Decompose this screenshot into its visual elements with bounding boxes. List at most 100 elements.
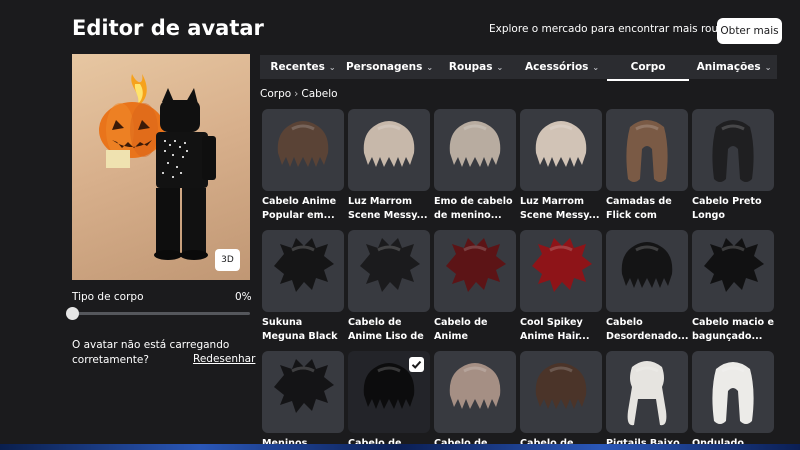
hair-item[interactable]: Cabelo de Anime Liso de Costas... (348, 230, 430, 344)
hair-image (621, 242, 673, 288)
hair-item-name: Emo de cabelo de menino... (434, 196, 513, 221)
hair-image (363, 121, 415, 167)
chevron-down-icon: ⌄ (764, 62, 772, 72)
hair-item[interactable]: Emo de cabelo de menino... (434, 109, 516, 223)
slider-thumb[interactable] (66, 307, 79, 320)
hair-item-name: Cool Spikey Anime Hair... (520, 317, 590, 342)
hair-thumbnail[interactable] (606, 109, 688, 191)
hair-item[interactable]: Luz Marrom Scene Messy... (348, 109, 430, 223)
hair-thumbnail[interactable] (434, 351, 516, 433)
hair-thumbnail[interactable] (348, 109, 430, 191)
hair-item-name: Luz Marrom Scene Messy... (348, 196, 428, 221)
hair-item[interactable]: Cabelo Preto Longo Adorável (692, 109, 774, 223)
hair-item[interactable]: Cabelo de Anime... (520, 351, 602, 450)
hair-item[interactable]: Cabelo de cena... (348, 351, 430, 450)
chevron-down-icon: ⌄ (496, 62, 504, 72)
hair-thumbnail[interactable] (348, 351, 430, 433)
hair-item[interactable]: Cool Spikey Anime Hair... (520, 230, 602, 344)
chevron-down-icon: ⌄ (592, 62, 600, 72)
hair-thumbnail[interactable] (606, 230, 688, 312)
tab-label: Recentes (270, 61, 325, 73)
tab-corpo[interactable]: Corpo (605, 55, 691, 81)
hair-thumbnail[interactable] (606, 351, 688, 433)
hair-image (277, 121, 329, 167)
hair-thumbnail[interactable] (434, 109, 516, 191)
hair-item[interactable]: Sukuna Meguna Black Spikey... (262, 230, 344, 344)
hair-image (535, 121, 587, 167)
redraw-link[interactable]: Redesenhar (193, 353, 255, 365)
hair-item[interactable]: Cabelo Desordenado... (606, 230, 688, 344)
hair-item-name: Cabelo macio e bagunçado... (692, 317, 774, 342)
hair-image (446, 238, 506, 292)
tab-label: Corpo (630, 61, 666, 73)
hair-item[interactable]: Cabelo macio e bagunçado... (692, 230, 774, 344)
hair-item[interactable]: Camadas de Flick com Pena... (606, 109, 688, 223)
chevron-down-icon: ⌄ (426, 62, 434, 72)
taskbar-strip (0, 444, 800, 450)
page-title: Editor de avatar (72, 16, 264, 40)
avatar-figure (99, 74, 216, 260)
tab-roupas[interactable]: Roupas ⌄ (433, 55, 519, 79)
hair-thumbnail[interactable] (262, 109, 344, 191)
hair-item[interactable]: Meninos Anime... (262, 351, 344, 450)
hair-thumbnail[interactable] (520, 109, 602, 191)
hair-item-name: Camadas de Flick com Pena... (606, 196, 672, 221)
hair-item-name: Cabelo Preto Longo Adorável (692, 196, 762, 221)
tab-acessórios[interactable]: Acessórios ⌄ (519, 55, 605, 79)
breadcrumb-chevron-icon: › (294, 88, 299, 100)
tab-label: Animações (696, 61, 761, 73)
body-type-label: Tipo de corpo (72, 291, 144, 303)
get-more-button[interactable]: Obter mais (717, 18, 782, 44)
hair-image (535, 363, 587, 409)
chevron-down-icon: ⌄ (328, 62, 336, 72)
hair-item[interactable]: Ondulado reto... (692, 351, 774, 450)
tab-personagens[interactable]: Personagens ⌄ (346, 55, 433, 79)
hair-image (627, 361, 667, 426)
tab-label: Acessórios (524, 61, 589, 73)
hair-image (449, 121, 501, 167)
category-tabs: Recentes ⌄ Personagens ⌄ Roupas ⌄ Acessórios ⌄ C… (260, 55, 777, 81)
hair-item-name: Sukuna Meguna Black Spikey... (262, 317, 338, 342)
hair-image (712, 120, 754, 182)
breadcrumb: Corpo › Cabelo (260, 88, 338, 100)
hair-image (532, 238, 592, 292)
checkmark-icon (409, 357, 424, 372)
avatar-editor-page: Editor de avatar Explore o mercado para … (0, 0, 800, 450)
hair-item[interactable]: Cabelo Anime Popular em... (262, 109, 344, 223)
hair-image (449, 363, 501, 409)
hair-item[interactable]: Luz Marrom Scene Messy... (520, 109, 602, 223)
avatar-preview[interactable]: 3D (72, 54, 250, 280)
hair-item-name: Cabelo de Anime Desordenado... (434, 317, 488, 342)
hair-thumbnail[interactable] (692, 230, 774, 312)
breadcrumb-parent[interactable]: Corpo (260, 88, 291, 100)
tab-label: Personagens (345, 61, 423, 73)
tab-animações[interactable]: Animações ⌄ (691, 55, 777, 79)
view-3d-button[interactable]: 3D (215, 249, 240, 271)
breadcrumb-current: Cabelo (301, 88, 338, 100)
tab-label: Roupas (448, 61, 493, 73)
hair-thumbnail[interactable] (692, 351, 774, 433)
hair-item-name: Luz Marrom Scene Messy... (520, 196, 600, 221)
hair-thumbnail[interactable] (520, 351, 602, 433)
hair-image (626, 120, 668, 182)
hair-thumbnail[interactable] (262, 230, 344, 312)
hair-thumbnail[interactable] (434, 230, 516, 312)
hair-item-name: Cabelo Anime Popular em... (262, 196, 337, 221)
hair-thumbnail[interactable] (692, 109, 774, 191)
hair-item[interactable]: Pigtails Baixo W... (606, 351, 688, 450)
hair-item[interactable]: Cabelo de Anime Desordenado... (434, 230, 516, 344)
hair-thumbnail[interactable] (520, 230, 602, 312)
tab-recentes[interactable]: Recentes ⌄ (260, 55, 346, 79)
body-type-slider[interactable] (66, 307, 250, 320)
market-promo-text: Explore o mercado para encontrar mais ro… (489, 23, 741, 35)
hair-item-name: Cabelo Desordenado... (606, 317, 688, 342)
hair-image (712, 362, 754, 424)
hair-image (274, 359, 334, 413)
hair-thumbnail[interactable] (262, 351, 344, 433)
hair-item-name: Cabelo de Anime Liso de Costas... (348, 317, 424, 342)
hair-item[interactable]: Cabelo de cena... (434, 351, 516, 450)
body-type-value: 0% (235, 291, 252, 303)
hair-image (274, 238, 334, 292)
hair-image (360, 238, 420, 292)
hair-thumbnail[interactable] (348, 230, 430, 312)
